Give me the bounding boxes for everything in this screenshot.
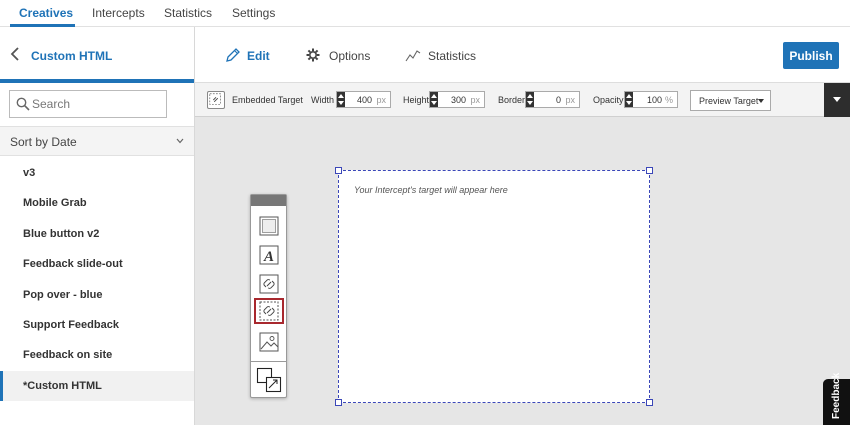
embedded-target-icon [207,91,225,109]
resize-handle[interactable] [646,399,653,406]
stepper-arrows[interactable] [337,92,345,107]
editor-canvas[interactable]: Your Intercept's target will appear here… [195,117,850,425]
embedded-target-tool-icon [259,301,279,321]
list-item-selected[interactable]: *Custom HTML [0,370,194,402]
resize-handle[interactable] [335,167,342,174]
opacity-label: Opacity [593,95,624,105]
sort-label: Sort by Date [10,135,77,149]
list-item-label: v3 [23,167,36,179]
stepper-arrows[interactable] [526,92,534,107]
list-item[interactable]: Mobile Grab [0,188,194,218]
image-tool-icon[interactable] [258,331,280,353]
sort-dropdown[interactable]: Sort by Date [0,126,194,156]
gear-icon [306,48,320,62]
list-item[interactable]: Pop over - blue [0,280,194,310]
editor-header: Edit Options Statistics Publish [195,27,850,83]
stepper-arrows[interactable] [625,92,633,107]
tab-statistics-editor[interactable]: Statistics [428,49,476,63]
border-value: 0 [555,95,561,105]
text-tool-icon[interactable]: A [258,244,280,266]
width-stepper[interactable]: 400 px [336,91,391,108]
chevron-down-icon [176,138,184,144]
publish-button[interactable]: Publish [783,42,839,69]
creatives-sidebar: Custom HTML Sort by Date v3 Mobile Grab … [0,27,195,425]
palette-divider [251,361,286,362]
list-item[interactable]: Blue button v2 [0,219,194,249]
border-unit: px [565,95,575,105]
feedback-label: Feedback [831,372,842,419]
list-item-label: Feedback slide-out [23,258,123,271]
tab-creatives[interactable]: Creatives [19,6,73,20]
width-unit: px [376,95,386,105]
layer-order-icon[interactable] [256,367,282,393]
width-value: 400 [356,95,372,105]
list-item-label: Feedback on site [23,349,113,362]
width-label: Width [311,95,335,105]
caret-down-icon [758,99,764,103]
preview-target-dropdown[interactable]: Preview Target [690,90,771,111]
height-stepper[interactable]: 300 px [429,91,485,108]
search-icon [16,97,30,111]
element-type-label: Embedded Target [232,95,303,105]
palette-drag-handle[interactable] [251,195,286,206]
tab-edit[interactable]: Edit [247,49,270,63]
line-chart-icon [405,50,421,62]
tab-intercepts[interactable]: Intercepts [92,6,145,20]
opacity-unit: % [664,95,673,105]
sidebar-title: Custom HTML [31,49,113,63]
list-item-label: Support Feedback [23,318,119,331]
border-stepper[interactable]: 0 px [525,91,580,108]
search-input[interactable] [32,95,162,113]
toolbar-collapse-button[interactable] [824,83,850,117]
search-box [9,90,167,118]
tab-settings[interactable]: Settings [232,6,275,20]
feedback-tab[interactable]: Feedback [823,373,850,425]
list-item[interactable]: Feedback slide-out [0,249,194,279]
stepper-arrows[interactable] [430,92,438,107]
pencil-icon [226,48,240,62]
resize-handle[interactable] [335,399,342,406]
target-placeholder-text: Your Intercept's target will appear here [354,185,508,195]
embedded-target-element[interactable]: Your Intercept's target will appear here [338,170,650,403]
list-item-label: Mobile Grab [23,197,87,210]
tab-statistics[interactable]: Statistics [164,6,212,20]
list-item-label: Blue button v2 [23,227,100,240]
list-item-label: *Custom HTML [23,379,102,392]
link-tool-icon[interactable] [258,273,280,295]
list-item[interactable]: Feedback on site [0,340,194,370]
resize-handle[interactable] [646,167,653,174]
embedded-target-tool-selected[interactable] [254,298,284,324]
properties-toolbar: Embedded Target Width 400 px Height 300 … [195,83,850,117]
opacity-value: 100 [646,95,662,105]
list-item[interactable]: Support Feedback [0,310,194,340]
height-value: 300 [450,95,466,105]
height-unit: px [470,95,480,105]
creatives-list: v3 Mobile Grab Blue button v2 Feedback s… [0,158,194,402]
rectangle-tool-icon[interactable] [258,215,280,237]
top-navigation: Creatives Intercepts Statistics Settings [0,0,850,27]
tool-palette: A [250,194,287,398]
svg-text:A: A [263,249,274,265]
tab-options[interactable]: Options [329,49,370,63]
height-label: Height [403,95,430,105]
list-item-label: Pop over - blue [23,288,103,301]
border-label: Border [498,95,526,105]
preview-target-label: Preview Target [699,96,759,106]
back-arrow-icon[interactable] [10,47,20,61]
list-item[interactable]: v3 [0,158,194,188]
opacity-stepper[interactable]: 100 % [624,91,678,108]
sidebar-header: Custom HTML [0,27,194,83]
